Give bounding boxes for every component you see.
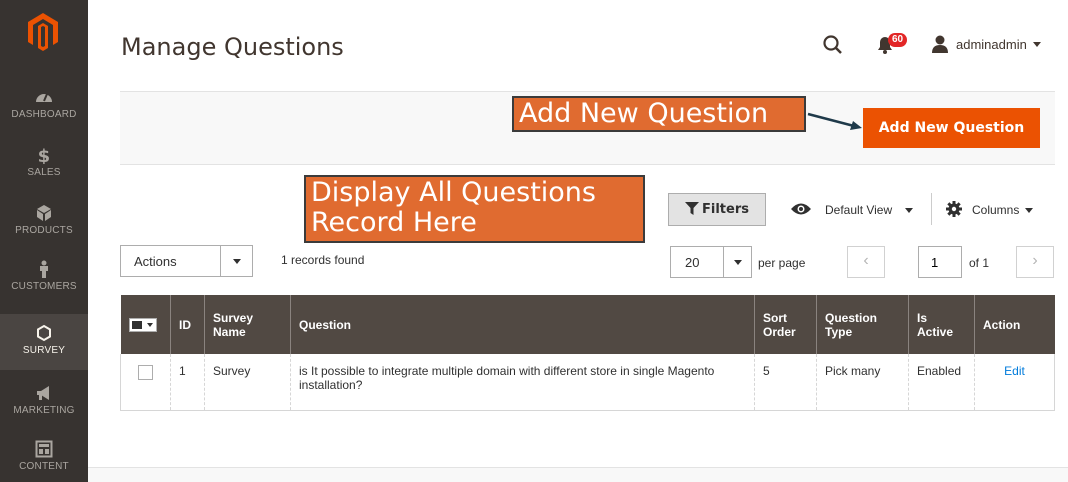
mass-select-header[interactable] xyxy=(120,295,171,354)
table-row: 1 Survey is It possible to integrate mul… xyxy=(120,354,1055,411)
filters-button[interactable]: Filters xyxy=(668,193,766,226)
cell-question-type: Pick many xyxy=(816,354,909,411)
cell-id: 1 xyxy=(170,354,205,411)
column-header-label: Action xyxy=(983,317,1021,332)
admin-username[interactable]: adminadmin xyxy=(956,37,1027,52)
column-header-question-type[interactable]: Question Type xyxy=(816,295,909,354)
chevron-down-icon[interactable] xyxy=(1033,42,1041,47)
per-page-label: per page xyxy=(758,256,806,270)
search-icon[interactable] xyxy=(822,34,844,56)
per-page-select[interactable]: 20 xyxy=(670,246,752,278)
column-header-label: Is xyxy=(917,310,928,325)
cell-action: Edit xyxy=(974,354,1055,411)
sidebar-item-sales[interactable]: $ SALES xyxy=(0,146,88,196)
magento-logo-icon[interactable] xyxy=(26,12,60,52)
column-header-label: Question xyxy=(825,310,878,325)
column-header-action: Action xyxy=(974,295,1055,354)
chevron-left-icon: ‹ xyxy=(863,252,869,269)
gear-icon[interactable] xyxy=(946,201,962,217)
row-select-cell[interactable] xyxy=(120,354,171,411)
annotation-text: Add New Question xyxy=(519,98,769,129)
column-header-survey-name[interactable]: Survey Name xyxy=(204,295,291,354)
chevron-down-icon[interactable] xyxy=(1025,208,1033,213)
layout-icon xyxy=(35,440,53,458)
sidebar-item-label: MARKETING xyxy=(13,405,75,416)
column-header-label: Name xyxy=(213,324,246,339)
annotation-display-all-questions: Display All Questions Record Here xyxy=(304,175,645,243)
sidebar-item-marketing[interactable]: MARKETING xyxy=(0,384,88,434)
cell-survey-name: Survey xyxy=(204,354,291,411)
filters-label: Filters xyxy=(702,202,749,217)
annotation-arrow-icon xyxy=(807,112,862,130)
page-footer xyxy=(88,467,1068,482)
column-header-question[interactable]: Question xyxy=(290,295,755,354)
sidebar-item-label: DASHBOARD xyxy=(11,109,77,120)
mass-actions-select[interactable]: Actions xyxy=(120,245,253,277)
columns-dropdown[interactable]: Columns xyxy=(972,203,1019,217)
chevron-down-icon[interactable] xyxy=(905,208,913,213)
annotation-text: Display All Questions xyxy=(311,177,596,208)
eye-icon[interactable] xyxy=(790,202,812,216)
sidebar-item-label: SALES xyxy=(27,167,61,178)
grid-header-row: ID Survey Name Question Sort Order Questio… xyxy=(120,295,1055,354)
row-checkbox[interactable] xyxy=(138,365,153,380)
sidebar-item-products[interactable]: PRODUCTS xyxy=(0,204,88,254)
page-title: Manage Questions xyxy=(121,33,344,61)
admin-sidebar: DASHBOARD $ SALES PRODUCTS CUSTOMERS SUR… xyxy=(0,0,88,482)
column-header-label: Active xyxy=(917,324,954,339)
page-total: of 1 xyxy=(969,256,990,270)
chevron-down-icon xyxy=(233,259,241,264)
edit-link[interactable]: Edit xyxy=(1004,364,1025,378)
column-header-label: Sort xyxy=(763,310,787,325)
toolbar-divider xyxy=(931,193,932,225)
add-new-question-button[interactable]: Add New Question xyxy=(863,108,1040,148)
mass-actions-label: Actions xyxy=(134,254,177,269)
cell-is-active: Enabled xyxy=(908,354,975,411)
chevron-down-icon xyxy=(734,260,742,265)
notification-badge[interactable]: 60 xyxy=(888,33,908,47)
records-found: 1 records found xyxy=(281,253,365,267)
sidebar-item-dashboard[interactable]: DASHBOARD xyxy=(0,88,88,138)
default-view-dropdown[interactable]: Default View xyxy=(825,203,892,217)
cube-icon xyxy=(37,205,51,221)
cell-sort-order: 5 xyxy=(754,354,817,411)
chevron-right-icon: › xyxy=(1032,252,1038,269)
checkbox-fill xyxy=(131,320,142,329)
sidebar-item-content[interactable]: CONTENT xyxy=(0,440,88,482)
column-header-sort-order[interactable]: Sort Order xyxy=(754,295,817,354)
column-header-label: Question xyxy=(299,317,352,332)
svg-text:$: $ xyxy=(38,146,51,164)
sidebar-item-survey[interactable]: SURVEY xyxy=(0,314,88,370)
next-page-button[interactable]: › xyxy=(1016,246,1054,278)
previous-page-button[interactable]: ‹ xyxy=(847,246,885,278)
dashboard-icon xyxy=(36,93,52,102)
funnel-icon xyxy=(685,202,699,215)
sidebar-item-customers[interactable]: CUSTOMERS xyxy=(0,260,88,310)
questions-grid: ID Survey Name Question Sort Order Questio… xyxy=(120,295,1055,411)
person-icon xyxy=(40,260,48,278)
sidebar-item-label: CONTENT xyxy=(19,461,69,472)
mass-select-checkbox[interactable] xyxy=(128,317,157,332)
megaphone-icon xyxy=(37,386,49,400)
user-icon[interactable] xyxy=(930,34,950,54)
dollar-icon: $ xyxy=(38,146,51,164)
annotation-text: Record Here xyxy=(311,207,477,238)
column-header-label: Order xyxy=(763,324,796,339)
sidebar-item-label: SURVEY xyxy=(22,345,66,356)
column-header-is-active[interactable]: Is Active xyxy=(908,295,975,354)
sidebar-item-label: PRODUCTS xyxy=(15,225,73,236)
page-number-input[interactable] xyxy=(918,246,962,278)
column-header-label: ID xyxy=(179,317,191,332)
annotation-add-new-question: Add New Question xyxy=(512,96,806,132)
cell-question: is It possible to integrate multiple dom… xyxy=(290,354,755,411)
column-header-label: Survey xyxy=(213,310,254,325)
column-header-id[interactable]: ID xyxy=(170,295,205,354)
chevron-down-icon xyxy=(146,322,153,327)
sidebar-item-label: CUSTOMERS xyxy=(11,281,77,292)
column-header-label: Type xyxy=(825,324,853,339)
per-page-value: 20 xyxy=(685,255,700,270)
hexagon-icon xyxy=(37,324,51,342)
